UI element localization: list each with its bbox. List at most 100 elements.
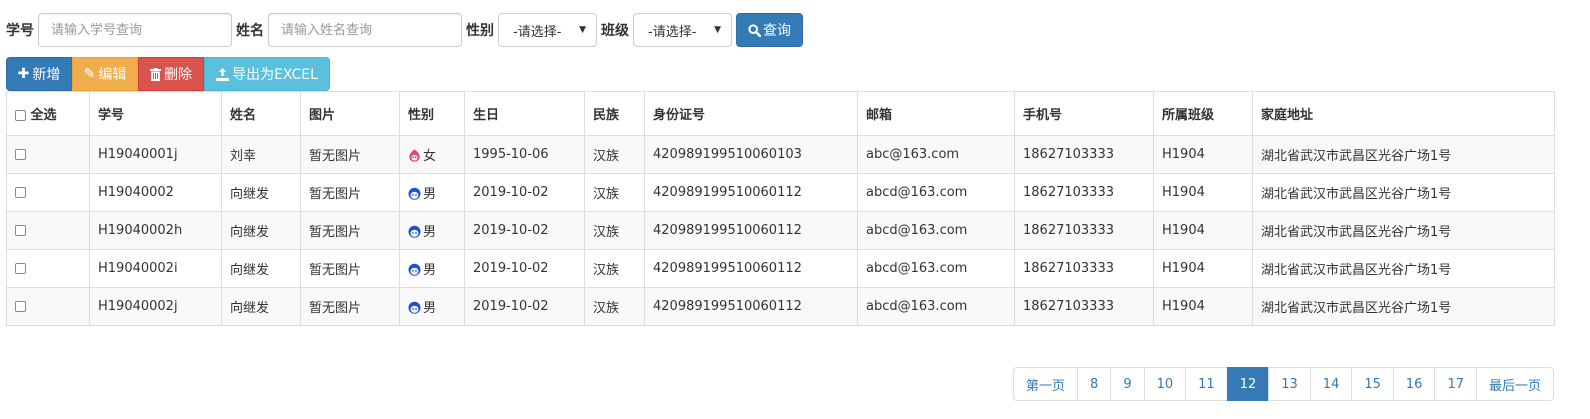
student-id-input[interactable]	[38, 13, 232, 47]
cell-name: 刘幸	[221, 135, 301, 174]
page-link[interactable]: 17	[1434, 367, 1477, 401]
female-icon	[409, 149, 420, 162]
name-input[interactable]	[268, 13, 462, 47]
cell-phone: 18627103333	[1014, 249, 1154, 288]
page-link[interactable]: 13	[1268, 367, 1311, 401]
cell-class: H1904	[1153, 173, 1253, 212]
select-all-label: 全选	[30, 108, 57, 123]
pagination: 第一页 8 9 10 11 12 13 14 15 16 17 最后一页	[1013, 367, 1554, 401]
column-header-class: 所属班级	[1153, 91, 1253, 136]
cell-phone: 18627103333	[1014, 211, 1154, 250]
export-excel-button[interactable]: 导出为EXCEL	[204, 57, 330, 91]
select-all-checkbox[interactable]	[15, 110, 26, 121]
row-checkbox[interactable]	[15, 187, 26, 198]
column-header-id-card: 身份证号	[644, 91, 858, 136]
cell-address: 湖北省武汉市武昌区光谷广场1号	[1252, 173, 1555, 212]
column-header-address: 家庭地址	[1252, 91, 1555, 136]
gender-text: 男	[423, 301, 437, 316]
export-button-label: 导出为EXCEL	[232, 67, 318, 83]
toolbar: ✚ 新增 ✎ 编辑 删除 导出为EXCEL	[6, 57, 330, 91]
gender-text: 男	[423, 225, 437, 240]
query-button[interactable]: 查询	[736, 13, 803, 47]
male-icon	[408, 187, 421, 200]
table-row[interactable]: H19040001j 刘幸 暂无图片 女 1995-10-06 汉族 42098919951…	[6, 135, 1555, 174]
class-select-value: -请选择-	[648, 24, 697, 40]
last-page-link[interactable]: 最后一页	[1475, 367, 1554, 401]
row-select-cell	[6, 135, 90, 174]
cell-name: 向继发	[221, 173, 301, 212]
cell-gender: 女	[399, 135, 465, 174]
query-button-label: 查询	[763, 23, 791, 39]
cell-class: H1904	[1153, 135, 1253, 174]
cell-class: H1904	[1153, 287, 1253, 326]
column-header-gender: 性别	[399, 91, 465, 136]
row-checkbox[interactable]	[15, 225, 26, 236]
cell-id: H19040002i	[89, 249, 222, 288]
cell-id: H19040002j	[89, 287, 222, 326]
male-icon	[408, 301, 421, 314]
student-id-label: 学号	[6, 23, 34, 39]
male-icon	[408, 225, 421, 238]
cell-name: 向继发	[221, 249, 301, 288]
name-label: 姓名	[236, 23, 264, 39]
cell-phone: 18627103333	[1014, 287, 1154, 326]
delete-button[interactable]: 删除	[138, 57, 204, 91]
gender-select[interactable]: -请选择- ▼	[498, 13, 597, 47]
gender-text: 男	[423, 187, 437, 202]
row-checkbox[interactable]	[15, 301, 26, 312]
delete-button-label: 删除	[164, 67, 192, 83]
cell-ethnicity: 汉族	[584, 135, 645, 174]
cell-birthday: 1995-10-06	[464, 135, 585, 174]
edit-button[interactable]: ✎ 编辑	[72, 57, 138, 91]
cell-photo: 暂无图片	[300, 211, 400, 250]
cell-birthday: 2019-10-02	[464, 173, 585, 212]
table-row[interactable]: H19040002j 向继发 暂无图片 男 2019-10-02 汉族 4209891995…	[6, 287, 1555, 326]
table-header-row: 全选 学号 姓名 图片 性别 生日 民族 身份证号 邮箱 手机号 所属班级 家庭…	[6, 91, 1555, 136]
column-header-name: 姓名	[221, 91, 301, 136]
cell-id-card: 420989199510060103	[644, 135, 858, 174]
cell-id-card: 420989199510060112	[644, 173, 858, 212]
cell-birthday: 2019-10-02	[464, 287, 585, 326]
cell-id: H19040001j	[89, 135, 222, 174]
gender-label: 性别	[466, 23, 494, 39]
table-row[interactable]: H19040002i 向继发 暂无图片 男 2019-10-02 汉族 4209891995…	[6, 249, 1555, 288]
cell-id-card: 420989199510060112	[644, 287, 858, 326]
page-link[interactable]: 15	[1351, 367, 1394, 401]
add-button[interactable]: ✚ 新增	[6, 57, 72, 91]
row-checkbox[interactable]	[15, 263, 26, 274]
cell-email: abc@163.com	[857, 135, 1015, 174]
table-row[interactable]: H19040002h 向继发 暂无图片 男 2019-10-02 汉族 4209891995…	[6, 211, 1555, 250]
row-checkbox[interactable]	[15, 149, 26, 160]
cell-address: 湖北省武汉市武昌区光谷广场1号	[1252, 287, 1555, 326]
gender-select-value: -请选择-	[513, 24, 562, 40]
page-link-current[interactable]: 12	[1226, 367, 1270, 401]
cell-name: 向继发	[221, 211, 301, 250]
column-header-email: 邮箱	[857, 91, 1015, 136]
table-row[interactable]: H19040002 向继发 暂无图片 男 2019-10-02 汉族 42098919951…	[6, 173, 1555, 212]
export-icon	[216, 67, 230, 81]
page-link[interactable]: 14	[1309, 367, 1353, 401]
cell-email: abcd@163.com	[857, 211, 1015, 250]
page-link[interactable]: 8	[1077, 367, 1112, 401]
male-icon	[408, 263, 421, 276]
cell-class: H1904	[1153, 249, 1253, 288]
gender-text: 女	[423, 149, 437, 164]
cell-photo: 暂无图片	[300, 287, 400, 326]
class-select[interactable]: -请选择- ▼	[633, 13, 732, 47]
cell-id: H19040002	[89, 173, 222, 212]
first-page-link[interactable]: 第一页	[1013, 367, 1079, 401]
add-button-label: 新增	[32, 67, 61, 83]
column-header-phone: 手机号	[1014, 91, 1154, 136]
page-link[interactable]: 16	[1392, 367, 1436, 401]
search-bar: 学号 姓名 性别 -请选择- ▼ 班级 -请选择- ▼ 查询	[6, 13, 803, 47]
page-link[interactable]: 11	[1185, 367, 1228, 401]
cell-gender: 男	[399, 249, 465, 288]
page-link[interactable]: 10	[1143, 367, 1187, 401]
class-label: 班级	[601, 23, 629, 39]
cell-birthday: 2019-10-02	[464, 249, 585, 288]
column-header-birthday: 生日	[464, 91, 585, 136]
page-link[interactable]: 9	[1110, 367, 1145, 401]
cell-gender: 男	[399, 287, 465, 326]
student-table: 全选 学号 姓名 图片 性别 生日 民族 身份证号 邮箱 手机号 所属班级 家庭…	[6, 91, 1555, 326]
cell-email: abcd@163.com	[857, 287, 1015, 326]
